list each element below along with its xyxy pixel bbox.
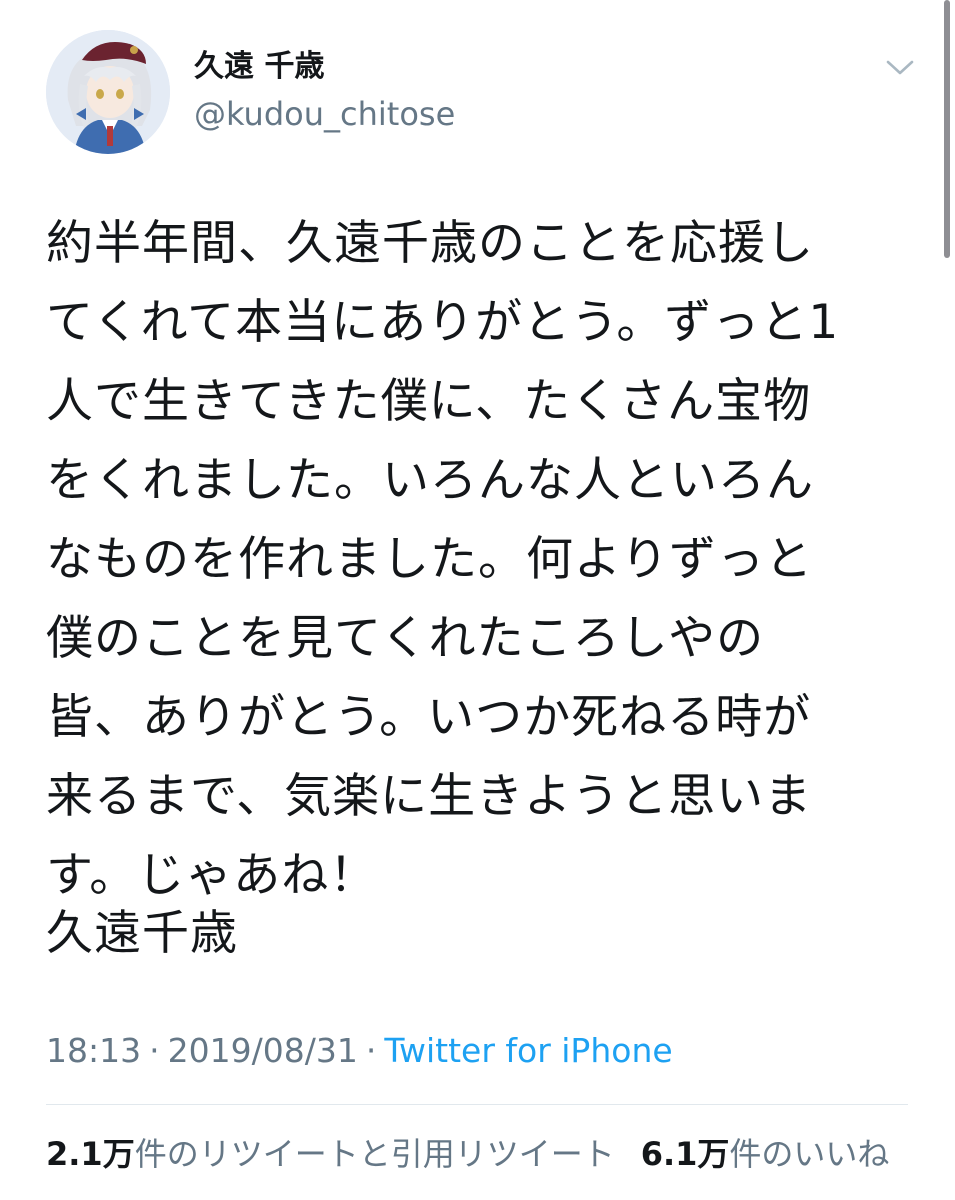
display-name[interactable]: 久遠 千歳 [194, 48, 324, 86]
tweet-text-line: 僕のことを見てくれたころしやの [46, 611, 765, 666]
meta-separator: · [365, 1031, 377, 1070]
tweet-text-line: 来るまで、気楽に生きようと思いま [46, 769, 813, 824]
tweet-time: 18:13 [46, 1031, 142, 1070]
likes-stat[interactable]: 6.1万件のいいね [641, 1135, 890, 1173]
retweets-count: 2.1万 [46, 1135, 135, 1173]
avatar[interactable] [46, 30, 170, 154]
tweet-meta: 18:13 · 2019/08/31 · Twitter for iPhone [46, 1028, 673, 1074]
tweet-text: 約半年間、久遠千歳のことを応援し てくれて本当にありがとう。ずっと1 人で生きて… [46, 204, 906, 915]
retweets-stat[interactable]: 2.1万件のリツイートと引用リツイート [46, 1135, 615, 1173]
likes-label: 件のいいね [729, 1135, 890, 1173]
tweet-text-line: をくれました。いろんな人といろん [46, 453, 814, 508]
avatar-illustration [46, 30, 170, 154]
tweet-text-line: てくれて本当にありがとう。ずっと1 [46, 295, 840, 350]
divider [46, 1104, 908, 1105]
scrollbar[interactable] [944, 0, 950, 258]
tweet-stats: 2.1万件のリツイートと引用リツイート 6.1万件のいいね [46, 1131, 889, 1177]
tweet-text-line: なものを作れました。何よりずっと [46, 532, 814, 587]
chevron-down-icon[interactable] [882, 52, 918, 82]
tweet-text-line: 人で生きてきた僕に、たくさん宝物 [46, 374, 812, 429]
tweet-date: 2019/08/31 [167, 1031, 358, 1070]
user-handle[interactable]: @kudou_chitose [194, 94, 455, 134]
tweet-source-link[interactable]: Twitter for iPhone [384, 1031, 672, 1070]
tweet-signature: 久遠千歳 [46, 906, 238, 961]
likes-count: 6.1万 [640, 1135, 730, 1173]
retweets-label: 件のリツイートと引用リツイート [134, 1135, 615, 1173]
tweet-text-line: 皆、ありがとう。いつか死ねる時が [46, 690, 812, 745]
tweet-text-line: 約半年間、久遠千歳のことを応援し [46, 216, 814, 271]
tweet-detail: 久遠 千歳 @kudou_chitose 約半年間、久遠千歳のことを応援し てく… [0, 0, 955, 1200]
meta-separator: · [149, 1031, 160, 1070]
